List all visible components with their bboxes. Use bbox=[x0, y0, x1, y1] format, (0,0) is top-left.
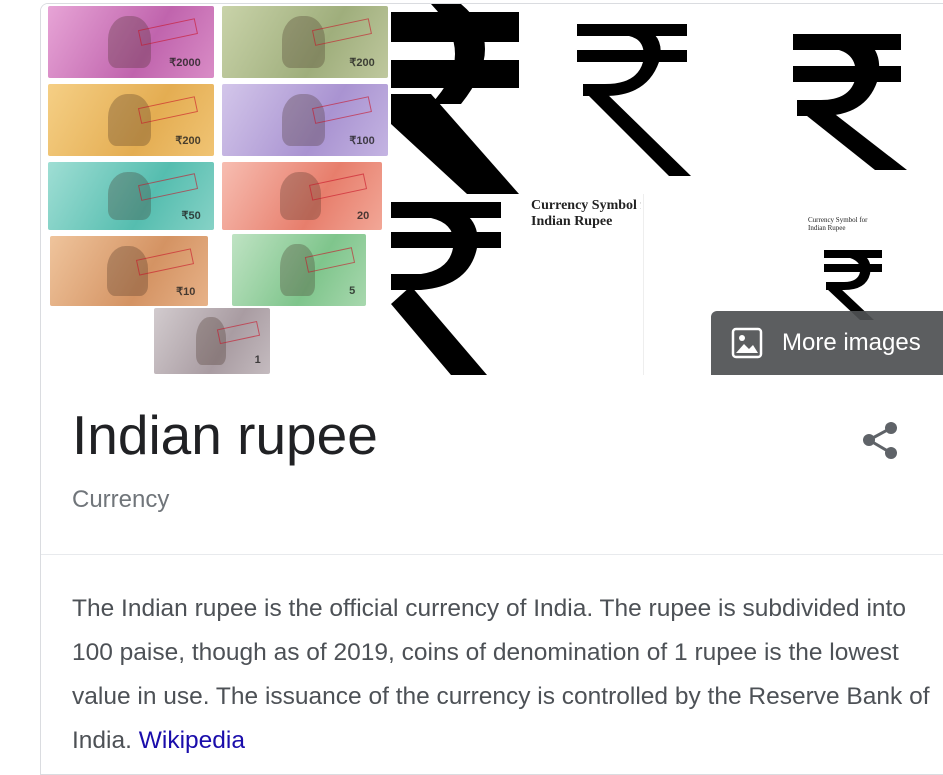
image-gallery[interactable]: ₹2000 ₹200 ₹200 ₹100 ₹50 20 ₹10 5 1 Curr… bbox=[41, 4, 943, 375]
wikipedia-link[interactable]: Wikipedia bbox=[139, 727, 245, 754]
rupee-symbol-icon bbox=[391, 202, 501, 375]
rupee-symbol-image[interactable] bbox=[519, 4, 699, 194]
more-images-button[interactable]: More images bbox=[711, 311, 943, 375]
banknote: 20 bbox=[222, 162, 382, 230]
banknote: ₹200 bbox=[48, 84, 214, 156]
banknote: ₹50 bbox=[48, 162, 214, 230]
rupee-symbol-caption-image[interactable]: Currency Symbol for Indian Rupee bbox=[521, 194, 641, 375]
entity-title: Indian rupee bbox=[72, 404, 378, 466]
knowledge-panel: ₹2000 ₹200 ₹200 ₹100 ₹50 20 ₹10 5 1 Curr… bbox=[40, 3, 943, 775]
rupee-symbol-image[interactable] bbox=[391, 4, 519, 194]
banknote: ₹2000 bbox=[48, 6, 214, 78]
divider bbox=[41, 554, 943, 555]
banknote: 1 bbox=[154, 308, 270, 374]
rupee-symbol-icon bbox=[577, 24, 691, 176]
banknote: ₹100 bbox=[222, 84, 388, 156]
rupee-symbol-icon bbox=[793, 34, 907, 170]
banknote: 5 bbox=[232, 234, 366, 306]
image-icon bbox=[731, 327, 763, 359]
caption-text: Currency Symbol for Indian Rupee bbox=[531, 198, 641, 229]
rupee-symbol-icon bbox=[391, 4, 519, 194]
more-images-label: More images bbox=[782, 329, 921, 356]
caption-text: Currency Symbol for Indian Rupee bbox=[808, 216, 868, 232]
entity-description: The Indian rupee is the official currenc… bbox=[72, 587, 934, 763]
banknote-collage-image[interactable]: ₹2000 ₹200 ₹200 ₹100 ₹50 20 ₹10 5 1 bbox=[46, 4, 391, 375]
rupee-symbol-image[interactable] bbox=[391, 194, 521, 375]
banknote: ₹200 bbox=[222, 6, 388, 78]
share-icon bbox=[863, 422, 897, 459]
share-button[interactable] bbox=[859, 418, 903, 462]
banknote: ₹10 bbox=[50, 236, 208, 306]
rupee-symbol-image[interactable] bbox=[701, 4, 943, 194]
entity-subtitle: Currency bbox=[72, 486, 170, 513]
